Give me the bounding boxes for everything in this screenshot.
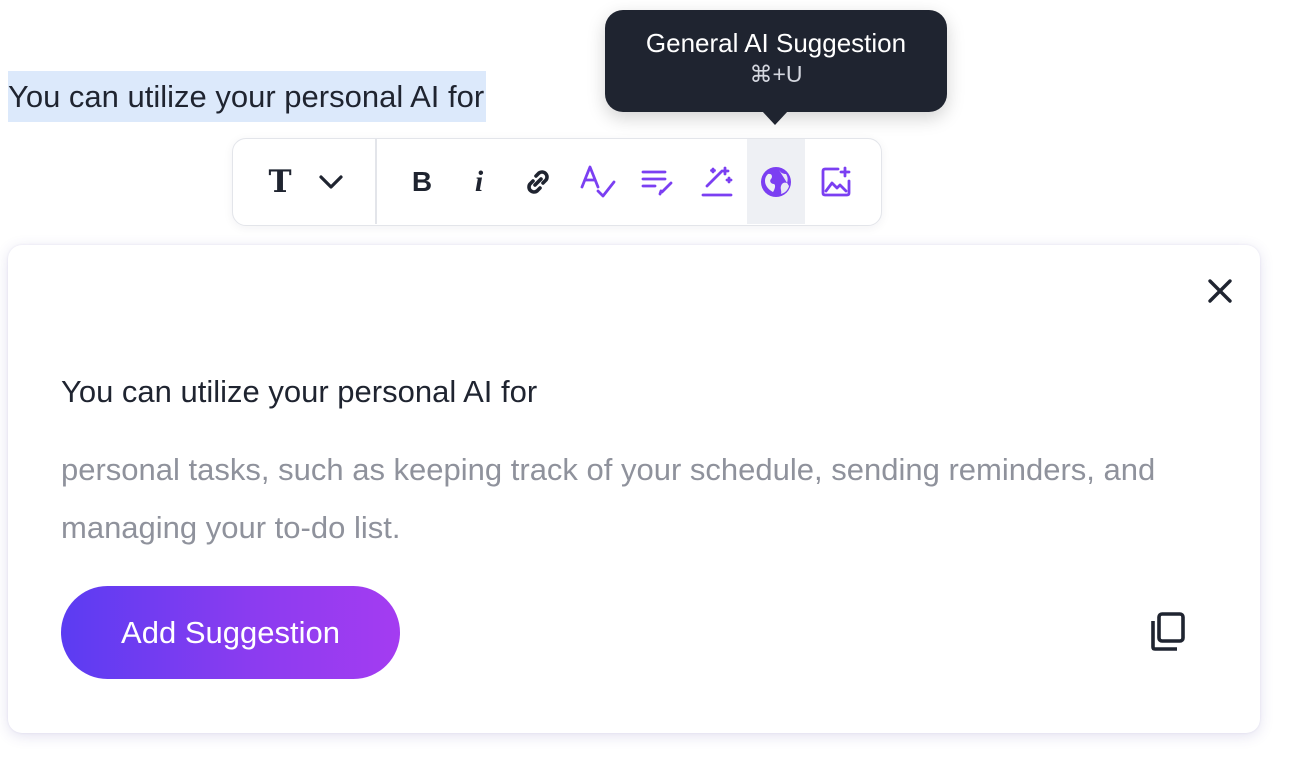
close-button[interactable]: [1200, 271, 1240, 311]
link-button[interactable]: [515, 139, 561, 224]
ai-image-icon: [821, 166, 851, 196]
magic-wand-icon: [701, 166, 733, 196]
editor-page: You can utilize your personal AI for Gen…: [0, 0, 1310, 770]
ai-image-button[interactable]: [811, 139, 861, 224]
text-style-dropdown[interactable]: [309, 139, 353, 224]
text-style-icon: T: [268, 163, 292, 200]
selected-text[interactable]: You can utilize your personal AI for: [8, 71, 487, 122]
rewrite-icon: [641, 170, 673, 195]
spellcheck-button[interactable]: [573, 139, 623, 224]
formatting-toolbar: T B i: [232, 138, 882, 226]
add-suggestion-button[interactable]: Add Suggestion: [61, 586, 400, 679]
link-icon: [527, 169, 549, 194]
text-style-button[interactable]: T: [255, 139, 305, 224]
suggestion-body: personal tasks, such as keeping track of…: [61, 452, 1156, 545]
italic-icon: i: [474, 164, 484, 198]
rewrite-button[interactable]: [633, 139, 683, 224]
copy-icon: [1151, 612, 1185, 651]
general-ai-suggestion-button[interactable]: [747, 139, 805, 224]
magic-wand-button[interactable]: [693, 139, 743, 224]
chevron-down-icon: [319, 174, 343, 189]
globe-icon: [761, 166, 791, 197]
italic-button[interactable]: i: [459, 139, 499, 224]
spellcheck-icon: [580, 165, 616, 197]
toolbar-divider: [375, 139, 377, 224]
bold-icon: B: [411, 165, 433, 197]
copy-button[interactable]: [1144, 609, 1190, 655]
bold-button[interactable]: B: [401, 139, 443, 224]
tooltip-shortcut: ⌘+U: [749, 61, 803, 87]
tooltip: General AI Suggestion ⌘+U: [605, 10, 947, 112]
tooltip-title: General AI Suggestion: [645, 28, 907, 58]
suggestion-heading: You can utilize your personal AI for: [61, 374, 538, 409]
ai-suggestion-card: You can utilize your personal AI for per…: [8, 245, 1260, 733]
close-icon: [1208, 279, 1232, 303]
tooltip-arrow: [762, 111, 788, 125]
